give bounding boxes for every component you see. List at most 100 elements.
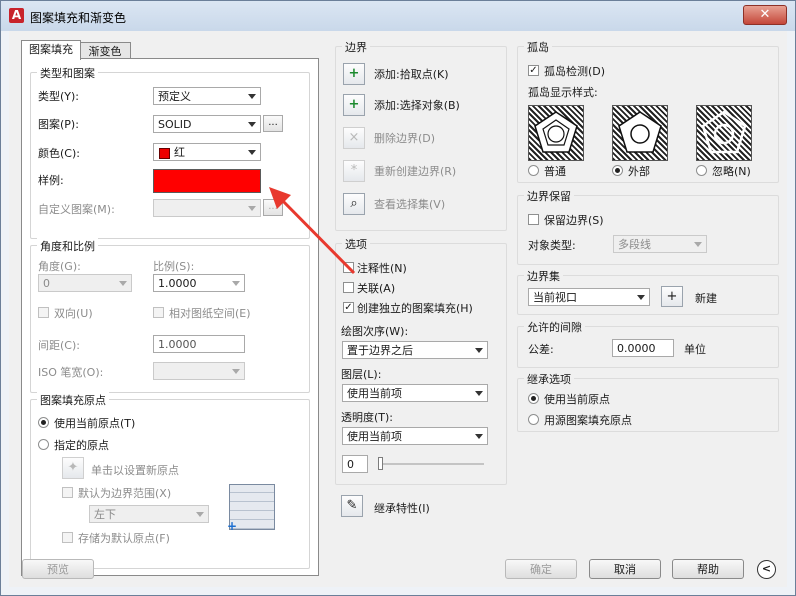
spacing-input[interactable]: 1.0000 — [153, 335, 245, 353]
crosshair-icon: + — [666, 289, 678, 304]
color-select-value: 红 — [174, 146, 185, 159]
brick-preview-icon: + — [227, 484, 275, 533]
inherit-current-origin-radio[interactable] — [528, 393, 539, 404]
draw-order-label: 绘图次序(W): — [341, 325, 409, 338]
store-default-checkbox[interactable] — [62, 532, 73, 543]
islands-title: 孤岛 — [524, 39, 552, 55]
position-select[interactable]: 左下 — [89, 505, 209, 523]
associative-checkbox[interactable] — [343, 282, 354, 293]
use-current-origin-radio[interactable] — [38, 417, 49, 428]
view-selection-label: 查看选择集(V) — [374, 198, 446, 211]
hatch-dialog: A 图案填充和渐变色 ✕ 图案填充 渐变色 类型和图案 类型(Y): 预定义 图… — [0, 0, 796, 596]
tolerance-label: 公差: — [528, 343, 554, 356]
close-button[interactable]: ✕ — [743, 5, 787, 25]
boundary-set-title: 边界集 — [524, 268, 563, 284]
specified-origin-radio[interactable] — [38, 439, 49, 450]
inherit-options-group: 继承选项 使用当前原点 用源图案填充原点 — [517, 371, 779, 432]
custom-pattern-select[interactable] — [153, 199, 261, 217]
remove-boundary-label: 删除边界(D) — [374, 132, 436, 145]
iso-select[interactable] — [153, 362, 245, 380]
default-extent-checkbox[interactable] — [62, 487, 73, 498]
island-style-label: 孤岛显示样式: — [528, 86, 598, 99]
new-boundary-set-button[interactable]: + — [661, 286, 683, 307]
pattern-select[interactable]: SOLID — [153, 115, 261, 133]
spacing-value: 1.0000 — [158, 338, 197, 351]
help-button[interactable]: 帮助 — [672, 559, 744, 579]
ok-button[interactable]: 确定 — [505, 559, 577, 579]
layer-select[interactable]: 使用当前项 — [342, 384, 488, 402]
transparency-slider-track[interactable] — [378, 463, 484, 465]
transparency-amount-value: 0 — [347, 458, 354, 471]
add-select-button[interactable]: + — [343, 94, 365, 116]
origin-title: 图案填充原点 — [37, 392, 109, 408]
scale-label: 比例(S): — [153, 260, 195, 273]
collapse-button[interactable]: < — [757, 560, 776, 579]
origin-group: 图案填充原点 使用当前原点(T) 指定的原点 ✦ 单击以设置新原点 默认为边界范… — [30, 392, 310, 569]
keep-boundary-checkbox[interactable] — [528, 214, 539, 225]
title-bar: A 图案填充和渐变色 ✕ — [1, 1, 795, 31]
boundary-set-select[interactable]: 当前视口 — [528, 288, 650, 306]
inherit-source-origin-radio[interactable] — [528, 414, 539, 425]
chevron-down-icon — [248, 94, 256, 99]
remove-boundary-button[interactable]: × — [343, 127, 365, 149]
object-type-select[interactable]: 多段线 — [613, 235, 707, 253]
double-label: 双向(U) — [54, 307, 93, 320]
chevron-down-icon — [196, 512, 204, 517]
island-outer-label: 外部 — [628, 165, 650, 178]
island-ignore-radio[interactable] — [696, 165, 707, 176]
boundary-retention-group: 边界保留 保留边界(S) 对象类型: 多段线 — [517, 188, 779, 265]
keep-boundary-label: 保留边界(S) — [544, 214, 604, 227]
inherit-source-origin-label: 用源图案填充原点 — [544, 414, 632, 427]
island-detect-checkbox[interactable]: ✓ — [528, 65, 539, 76]
island-normal-preview[interactable] — [528, 105, 584, 161]
cancel-button[interactable]: 取消 — [589, 559, 661, 579]
draw-order-value: 置于边界之后 — [347, 344, 413, 357]
type-select-value: 预定义 — [158, 90, 191, 103]
transparency-slider-thumb[interactable] — [378, 457, 383, 470]
island-outer-radio[interactable] — [612, 165, 623, 176]
chevron-down-icon — [637, 295, 645, 300]
set-origin-button[interactable]: ✦ — [62, 457, 84, 479]
recreate-boundary-label: 重新创建边界(R) — [374, 165, 457, 178]
double-checkbox[interactable] — [38, 307, 49, 318]
islands-group: 孤岛 ✓ 孤岛检测(D) 孤岛显示样式: 普通 外部 忽略(N) — [517, 39, 779, 183]
transparency-select[interactable]: 使用当前项 — [342, 427, 488, 445]
type-label: 类型(Y): — [38, 90, 80, 103]
add-pick-button[interactable]: + — [343, 63, 365, 85]
remove-boundary-icon: × — [348, 130, 360, 145]
relative-checkbox[interactable] — [153, 307, 164, 318]
island-detect-label: 孤岛检测(D) — [544, 65, 606, 78]
autocad-logo-icon: A — [9, 8, 24, 23]
island-normal-radio[interactable] — [528, 165, 539, 176]
transparency-label: 透明度(T): — [341, 411, 394, 424]
pattern-browse-button[interactable]: ... — [263, 115, 283, 132]
add-select-label: 添加:选择对象(B) — [374, 99, 460, 112]
transparency-value: 使用当前项 — [347, 430, 402, 443]
chevron-down-icon — [248, 122, 256, 127]
recreate-boundary-icon: * — [350, 163, 358, 178]
sample-label: 样例: — [38, 174, 64, 187]
chevron-down-icon — [694, 242, 702, 247]
preview-button[interactable]: 预览 — [22, 559, 94, 579]
inherit-properties-button[interactable]: ✎ — [341, 495, 363, 517]
chevron-down-icon — [248, 150, 256, 155]
chevron-down-icon — [475, 348, 483, 353]
relative-label: 相对图纸空间(E) — [169, 307, 251, 320]
separate-hatch-checkbox[interactable]: ✓ — [343, 302, 354, 313]
island-ignore-preview[interactable] — [696, 105, 752, 161]
layer-label: 图层(L): — [341, 368, 382, 381]
scale-value: 1.0000 — [158, 277, 197, 290]
separate-hatch-label: 创建独立的图案填充(H) — [357, 302, 473, 315]
sample-preview[interactable] — [153, 169, 261, 193]
type-select[interactable]: 预定义 — [153, 87, 261, 105]
tab-hatch[interactable]: 图案填充 — [21, 40, 81, 60]
draw-order-select[interactable]: 置于边界之后 — [342, 341, 488, 359]
island-outer-preview[interactable] — [612, 105, 668, 161]
scale-select[interactable]: 1.0000 — [153, 274, 245, 292]
color-select[interactable]: 红 — [153, 143, 261, 161]
recreate-boundary-button[interactable]: * — [343, 160, 365, 182]
tolerance-value: 0.0000 — [617, 342, 656, 355]
transparency-amount-input[interactable]: 0 — [342, 455, 368, 473]
tolerance-input[interactable]: 0.0000 — [612, 339, 674, 357]
angle-select[interactable]: 0 — [38, 274, 132, 292]
